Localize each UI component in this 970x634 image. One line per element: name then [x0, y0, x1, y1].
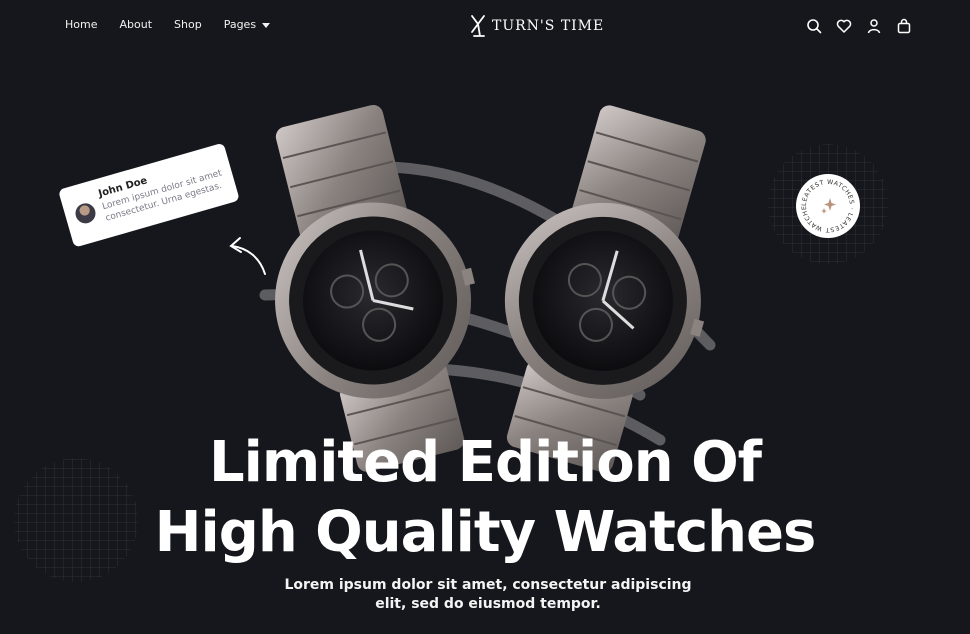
- nav-shop[interactable]: Shop: [174, 18, 202, 31]
- hero-title-line-2: High Quality Watches: [154, 500, 817, 565]
- badge-graphic: LEATEST WATCHES · LEATEST WATCHES ·: [794, 169, 855, 233]
- hero-title: Limited Edition Of High Quality Watches: [0, 428, 970, 568]
- nav-pages-label: Pages: [223, 18, 257, 31]
- bag-icon[interactable]: [896, 18, 912, 34]
- hero-title-line-1: Limited Edition Of: [208, 430, 762, 495]
- hero-subtitle-line-2: elit, sed do eiusmod tempor.: [375, 596, 601, 612]
- watch-left: [275, 104, 475, 472]
- heart-icon[interactable]: [836, 18, 852, 34]
- main-nav: Home About Shop Pages: [65, 18, 271, 31]
- sparkle-icon: [824, 198, 836, 211]
- brand-name: TURN'S TIME: [492, 18, 605, 34]
- logo-mark-icon: [471, 15, 485, 37]
- header-actions: [806, 18, 912, 34]
- nav-pages[interactable]: Pages: [223, 18, 271, 31]
- hero-subtitle: Lorem ipsum dolor sit amet, consectetur …: [0, 576, 970, 614]
- nav-about[interactable]: About: [119, 18, 152, 31]
- curved-arrow-icon: [229, 237, 266, 275]
- chevron-down-icon: [262, 22, 271, 28]
- badge-text: LEATEST WATCHES · LEATEST WATCHES ·: [796, 174, 855, 233]
- avatar: [73, 200, 98, 226]
- nav-home[interactable]: Home: [65, 18, 97, 31]
- latest-watches-badge[interactable]: LEATEST WATCHES · LEATEST WATCHES ·: [794, 169, 860, 238]
- search-icon[interactable]: [806, 18, 822, 34]
- brand-logo[interactable]: TURN'S TIME: [468, 13, 604, 39]
- hero-subtitle-line-1: Lorem ipsum dolor sit amet, consectetur …: [284, 577, 692, 593]
- user-icon[interactable]: [866, 18, 882, 34]
- sparkle-small-icon: [821, 208, 827, 214]
